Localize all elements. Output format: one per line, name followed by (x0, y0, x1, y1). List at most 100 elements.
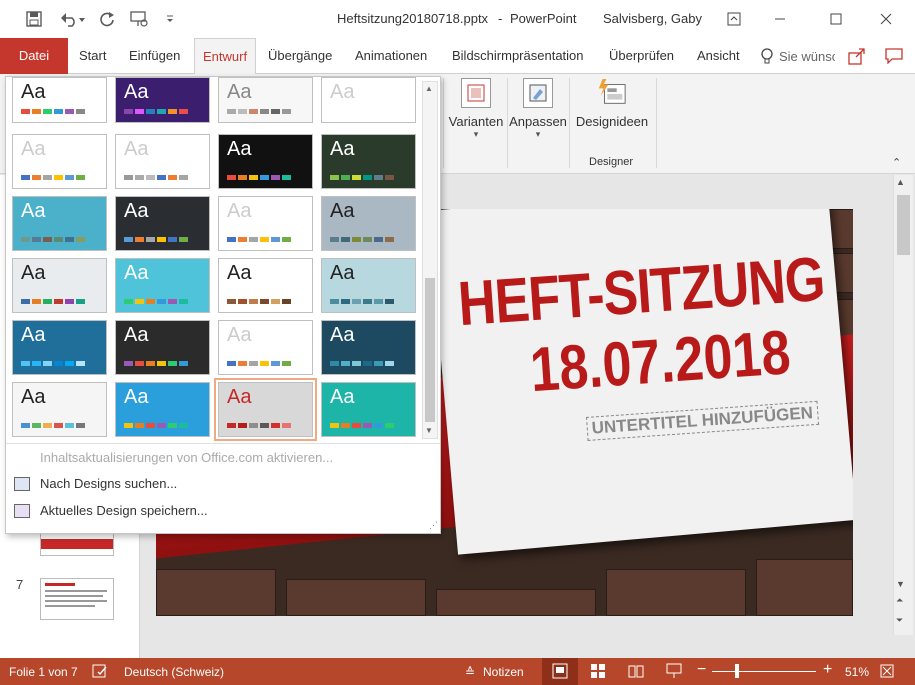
menu-save-design[interactable]: Aktuelles Design speichern... (14, 503, 208, 518)
presentation-from-start-icon[interactable] (126, 8, 152, 30)
theme-tile[interactable]: Aa (115, 320, 210, 375)
theme-color-swatch (76, 299, 85, 304)
theme-tile[interactable]: Aa (321, 77, 416, 123)
theme-tile[interactable]: Aa (12, 382, 107, 437)
theme-color-swatch (341, 361, 350, 366)
theme-tile[interactable]: Aa (115, 77, 210, 123)
theme-tile[interactable]: Aa (12, 320, 107, 375)
collapse-ribbon-icon[interactable]: ⌃ (892, 156, 901, 169)
slide-thumbnail-7[interactable] (40, 578, 114, 620)
share-icon[interactable] (848, 47, 866, 68)
close-icon[interactable] (863, 0, 909, 38)
theme-color-swatch (146, 299, 155, 304)
design-ideas-button[interactable]: Designideen (572, 78, 652, 129)
scroll-up-icon[interactable]: ▲ (896, 177, 905, 187)
theme-tile[interactable]: Aa (115, 196, 210, 251)
theme-color-swatch (282, 175, 291, 180)
theme-tile[interactable]: Aa (321, 382, 416, 437)
zoom-slider[interactable] (712, 671, 816, 672)
reading-view-icon[interactable] (628, 663, 644, 682)
zoom-level[interactable]: 51% (845, 665, 869, 679)
gallery-scroll-down-icon[interactable]: ▼ (425, 426, 433, 435)
theme-tile[interactable]: Aa (12, 258, 107, 313)
redo-icon[interactable] (96, 8, 118, 30)
theme-tile[interactable]: Aa (12, 77, 107, 123)
theme-tile[interactable]: Aa (218, 258, 313, 313)
slide-sorter-icon[interactable] (590, 663, 606, 682)
theme-color-swatch (260, 175, 269, 180)
theme-tile[interactable]: Aa (12, 134, 107, 189)
theme-tile[interactable]: Aa (321, 258, 416, 313)
theme-color-swatch (271, 423, 280, 428)
zoom-out-icon[interactable]: − (697, 661, 706, 679)
zoom-slider-thumb[interactable] (735, 664, 739, 678)
zoom-in-icon[interactable]: + (823, 661, 832, 679)
maximize-icon[interactable] (813, 0, 859, 38)
gallery-scroll-thumb[interactable] (425, 278, 435, 422)
theme-color-swatch (271, 299, 280, 304)
theme-tile[interactable]: Aa (218, 196, 313, 251)
tell-me-input[interactable]: Sie wünsc (779, 49, 835, 64)
next-slide-icon[interactable]: ⏷ (896, 615, 903, 626)
theme-color-swatch (54, 109, 63, 114)
slideshow-icon[interactable] (666, 663, 682, 682)
normal-view-icon[interactable] (542, 658, 578, 685)
save-icon[interactable] (22, 8, 46, 30)
undo-icon[interactable] (56, 8, 90, 30)
customize-button[interactable]: Anpassen ▾ (509, 78, 567, 140)
menu-enable-office-updates: Inhaltsaktualisierungen von Office.com a… (14, 450, 333, 465)
theme-color-swatches (330, 423, 394, 428)
theme-color-swatch (43, 299, 52, 304)
resize-grip-icon[interactable]: ⋰ (429, 520, 438, 531)
theme-tile[interactable]: Aa (214, 378, 317, 441)
variants-button[interactable]: Varianten ▾ (446, 78, 506, 140)
theme-tile[interactable]: Aa (321, 196, 416, 251)
theme-tile[interactable]: Aa (115, 134, 210, 189)
tab-datei[interactable]: Datei (0, 38, 68, 74)
theme-tile[interactable]: Aa (115, 258, 210, 313)
theme-color-swatch (330, 361, 339, 366)
tab-ansicht[interactable]: Ansicht (689, 38, 748, 74)
tab-uebergaenge[interactable]: Übergänge (260, 38, 340, 74)
user-name[interactable]: Salvisberg, Gaby (603, 11, 702, 26)
gallery-scroll-up-icon[interactable]: ▲ (425, 84, 433, 93)
theme-tile[interactable]: Aa (218, 320, 313, 375)
notes-button[interactable]: Notizen (483, 665, 524, 679)
scroll-down-icon[interactable]: ▼ (896, 579, 905, 589)
minimize-icon[interactable] (757, 0, 803, 38)
theme-tile[interactable]: Aa (12, 196, 107, 251)
tab-start[interactable]: Start (71, 38, 114, 74)
lightbulb-icon[interactable] (760, 48, 774, 69)
theme-tile[interactable]: Aa (321, 134, 416, 189)
browse-designs-icon (14, 476, 30, 491)
vertical-scrollbar[interactable]: ▲ ▼ ⏶ ⏷ (893, 175, 913, 635)
fit-slide-icon[interactable] (879, 663, 895, 682)
tab-animationen[interactable]: Animationen (347, 38, 435, 74)
tab-bildschirmpraesentation[interactable]: Bildschirmpräsentation (444, 38, 592, 74)
gallery-scrollbar[interactable]: ▲ ▼ (422, 81, 438, 439)
theme-tile[interactable]: Aa (321, 320, 416, 375)
theme-preview-text: Aa (227, 81, 252, 103)
ribbon-display-options-icon[interactable] (711, 0, 757, 38)
scroll-thumb[interactable] (897, 195, 910, 255)
tab-einfuegen[interactable]: Einfügen (121, 38, 188, 74)
theme-tile[interactable]: Aa (115, 382, 210, 437)
theme-tile[interactable]: Aa (218, 134, 313, 189)
tab-ueberpruefen[interactable]: Überprüfen (601, 38, 682, 74)
theme-tile[interactable]: Aa (218, 77, 313, 123)
theme-color-swatch (271, 361, 280, 366)
language-indicator[interactable]: Deutsch (Schweiz) (124, 665, 224, 679)
theme-color-swatch (271, 175, 280, 180)
tab-entwurf[interactable]: Entwurf (194, 38, 257, 75)
customize-qat-icon[interactable] (162, 8, 178, 30)
menu-search-designs[interactable]: Nach Designs suchen... (14, 476, 177, 491)
theme-color-swatch (227, 423, 236, 428)
theme-color-swatch (352, 175, 361, 180)
notes-icon[interactable]: ≙ (465, 665, 475, 679)
theme-color-swatch (179, 175, 188, 180)
previous-slide-icon[interactable]: ⏶ (896, 595, 903, 606)
spellcheck-icon[interactable] (92, 663, 108, 682)
ribbon-separator (569, 78, 570, 168)
comments-icon[interactable] (885, 48, 903, 67)
slide-counter[interactable]: Folie 1 von 7 (9, 665, 78, 679)
